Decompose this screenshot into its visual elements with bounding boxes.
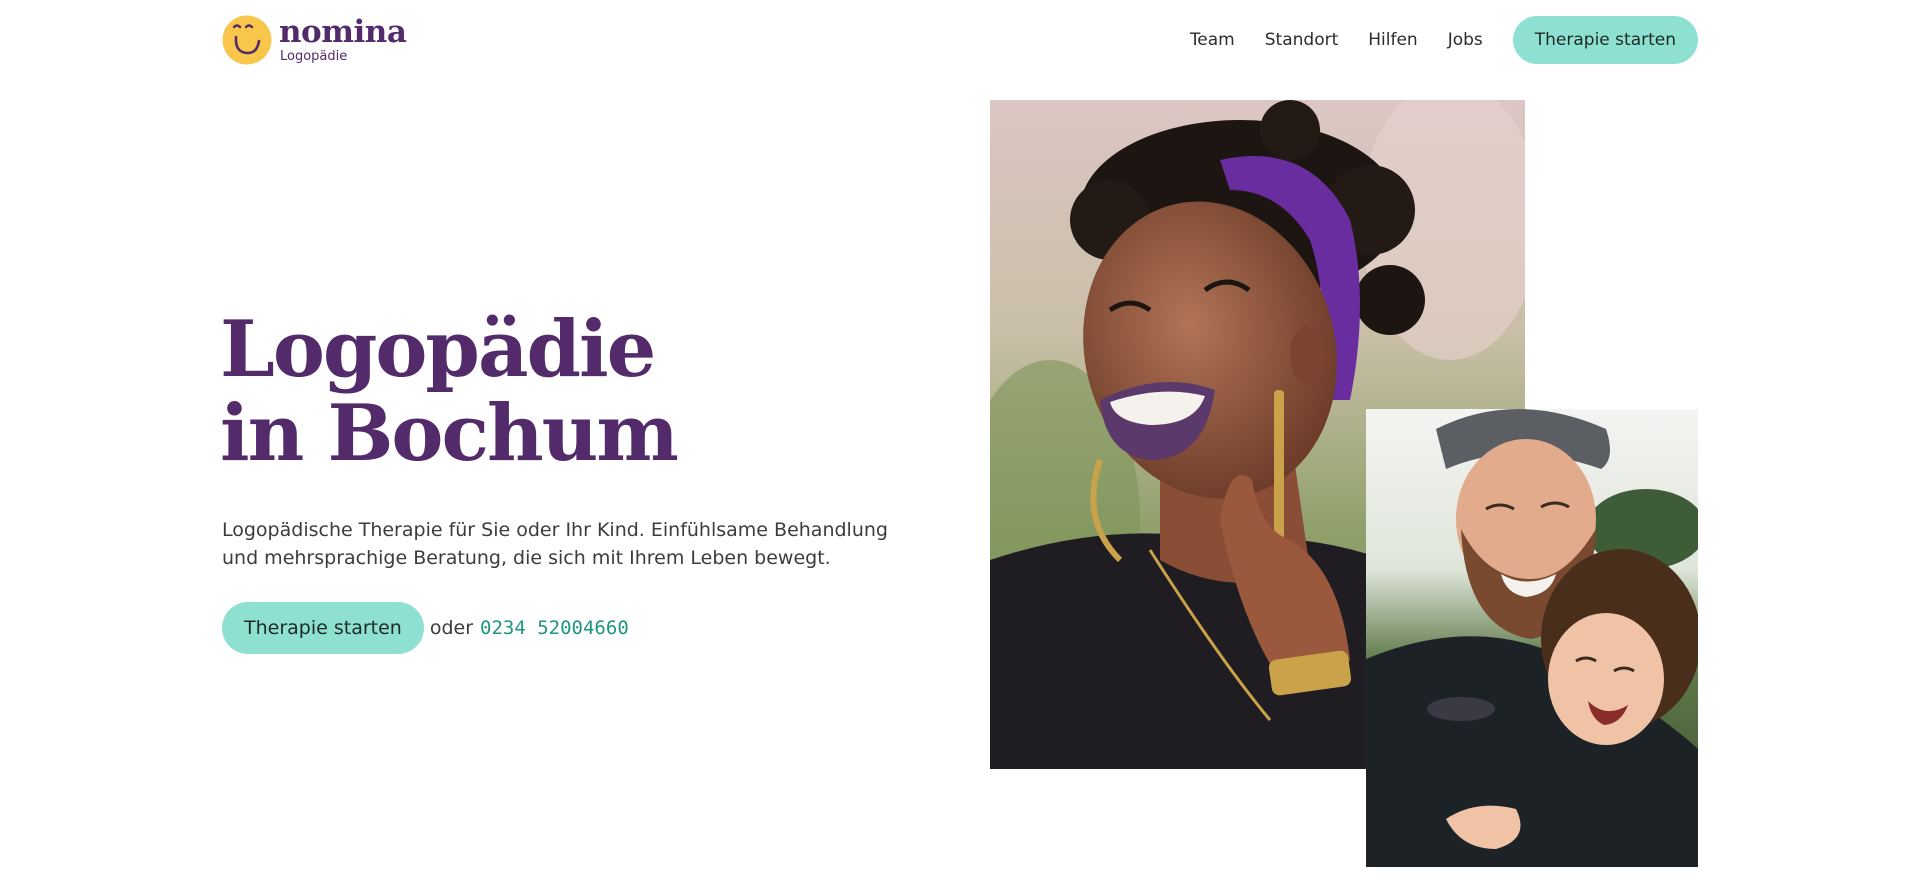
- hero-title-line-2: in Bochum: [220, 388, 679, 479]
- main-nav: Team Standort Hilfen Jobs Therapie start…: [1190, 16, 1698, 64]
- cta-or-text: oder: [429, 617, 474, 639]
- nav-link-standort[interactable]: Standort: [1265, 30, 1339, 50]
- nav-therapy-start-button[interactable]: Therapie starten: [1512, 16, 1698, 64]
- page: nomina Logopädie Team Standort Hilfen Jo…: [0, 0, 1920, 887]
- site-header: nomina Logopädie Team Standort Hilfen Jo…: [222, 14, 1698, 66]
- hero-title-line-1: Logopädie: [220, 304, 656, 395]
- brand-name: nomina: [279, 14, 407, 50]
- hero-therapy-start-button[interactable]: Therapie starten: [222, 602, 424, 654]
- hero-photo-father-child: [1366, 409, 1698, 867]
- nav-link-team[interactable]: Team: [1190, 30, 1235, 50]
- logo-wordmark: nomina Logopädie: [279, 14, 407, 64]
- hero-cta-row: Therapie starten oder 0234 52004660: [222, 602, 629, 654]
- hero-title: Logopädie in Bochum: [220, 304, 679, 479]
- father-child-photo-illustration: [1366, 409, 1698, 867]
- smiley-face-icon: [222, 15, 272, 65]
- logo-link[interactable]: nomina Logopädie: [222, 14, 407, 65]
- hero-lead-text: Logopädische Therapie für Sie oder Ihr K…: [222, 519, 888, 569]
- phone-link[interactable]: 0234 52004660: [480, 617, 629, 639]
- brand-subtitle: Logopädie: [280, 49, 348, 64]
- nav-link-hilfen[interactable]: Hilfen: [1368, 30, 1417, 50]
- nav-link-jobs[interactable]: Jobs: [1448, 30, 1483, 50]
